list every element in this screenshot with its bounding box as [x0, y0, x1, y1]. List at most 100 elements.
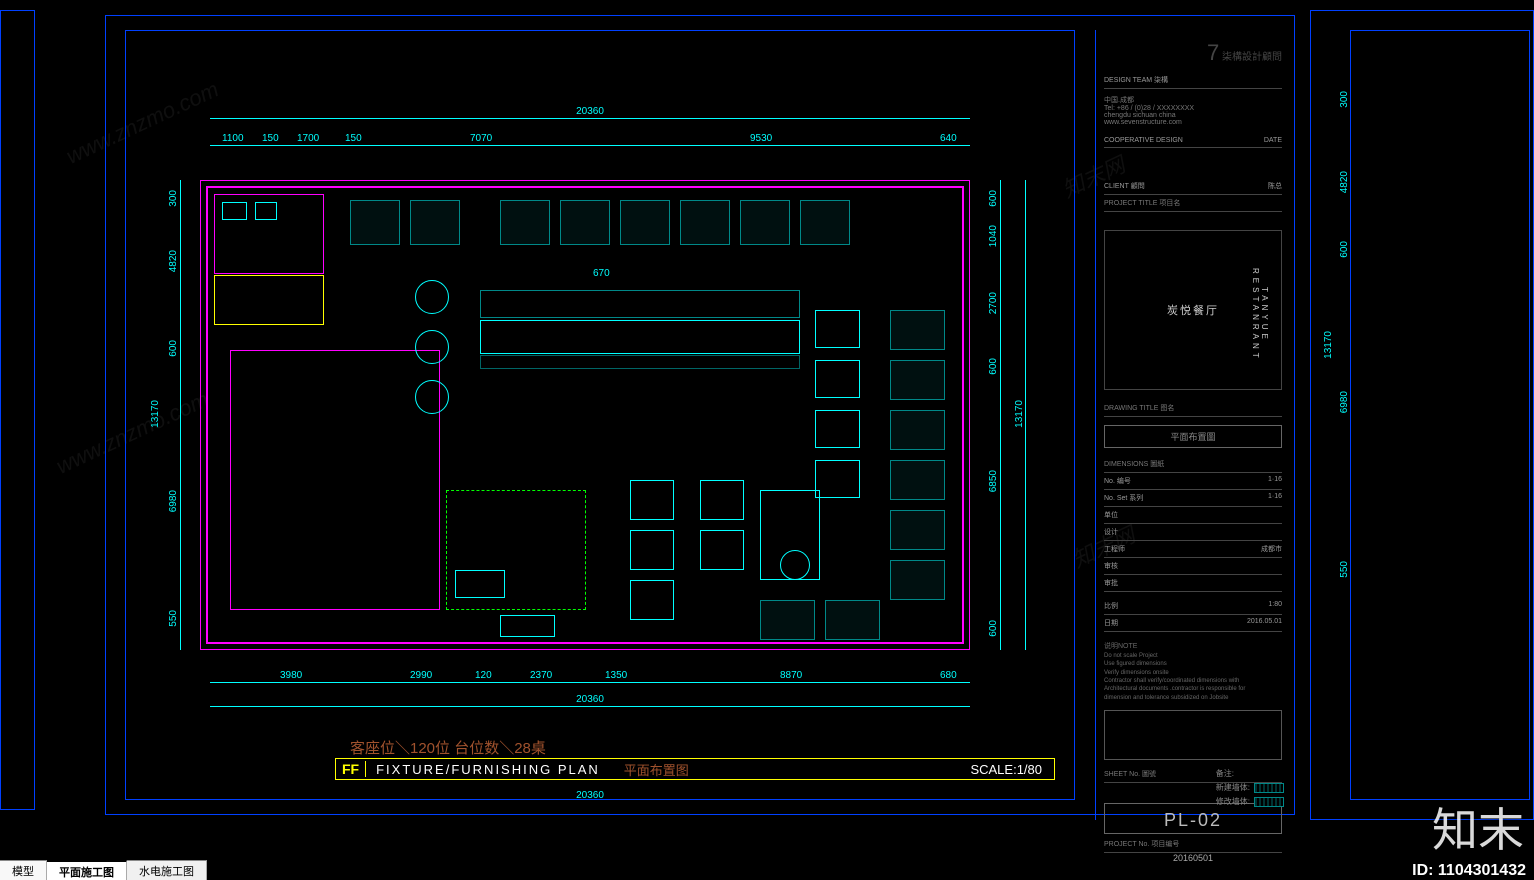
dim-top-seg: 640	[940, 133, 957, 144]
project-name-cn: 炭悦餐厅	[1167, 302, 1219, 318]
tab-mep[interactable]: 水电施工图	[127, 860, 207, 880]
dim-top-seg: 1100	[222, 133, 244, 144]
drawing-title-bar: FF FIXTURE/FURNISHING PLAN 平面布置图 SCALE:1…	[335, 758, 1055, 780]
layout-tabs: 模型 平面施工图 水电施工图	[0, 860, 207, 880]
dim-line	[180, 180, 181, 650]
studio-logo: 7 柒構設計顧問	[1104, 40, 1282, 66]
note-line: dimension and tolerance subsidized on Jo…	[1104, 694, 1282, 702]
seating-count-label: 客座位＼120位 台位数＼28桌	[350, 737, 546, 758]
dim-left: 6980	[168, 490, 179, 512]
projno-label: PROJECT No. 项目编号	[1104, 839, 1179, 849]
dim-bot-extra: 20360	[560, 790, 620, 801]
dim-line	[210, 145, 970, 146]
client-label: CLIENT 顧問	[1104, 181, 1145, 191]
dim-top-total: 20360	[560, 106, 620, 117]
tab-model[interactable]: 模型	[0, 860, 47, 880]
coop-label: COOPERATIVE DESIGN	[1104, 137, 1183, 144]
dim-line	[210, 682, 970, 683]
dimrow-v: 成都市	[1261, 544, 1282, 554]
dim-top-seg: 7070	[470, 133, 492, 144]
dim-right: 6850	[988, 470, 999, 492]
dim-line	[210, 118, 970, 119]
legend-swatch	[1254, 797, 1284, 807]
legend-box: 备注: 新建墙体: 修改墙体:	[1216, 765, 1284, 810]
note-line: Verify dimensions onsite	[1104, 669, 1282, 677]
dim-right: 13170	[1014, 400, 1025, 428]
tab-plan[interactable]: 平面施工图	[47, 860, 127, 880]
note-line: Use figured dimensions	[1104, 660, 1282, 668]
address-head: 中国.成都	[1104, 95, 1282, 105]
dim-right2: 4820	[1339, 171, 1350, 193]
address-line: Tel: +86 / (0)28 / XXXXXXXX	[1104, 105, 1282, 112]
dim-top-seg: 150	[262, 133, 279, 144]
dimrow-k: 审核	[1104, 561, 1118, 571]
asset-id: ID: 1104301432	[1412, 862, 1526, 880]
dim-right: 600	[988, 190, 999, 207]
dim-right2: 550	[1339, 561, 1350, 578]
dimrow-v: 1·16	[1268, 493, 1282, 503]
dim-right2: 600	[1339, 241, 1350, 258]
sheet-number: PL-02	[1105, 810, 1281, 831]
drawing-name-en: FIXTURE/FURNISHING PLAN	[366, 762, 610, 777]
dim-line	[1025, 180, 1026, 650]
dim-right: 1040	[988, 225, 999, 247]
scale-k: 比例	[1104, 601, 1118, 611]
dimrow-k: No. 编号	[1104, 476, 1131, 486]
dimensions-label: DIMENSIONS 圖紙	[1104, 456, 1282, 473]
project-number: 20160501	[1104, 853, 1282, 863]
dim-right: 2700	[988, 292, 999, 314]
dim-left: 600	[168, 340, 179, 357]
date-k: 日期	[1104, 618, 1118, 628]
dim-left: 300	[168, 190, 179, 207]
client-value: 陈总	[1268, 181, 1282, 191]
dim-bot-seg: 2370	[530, 670, 552, 681]
dim-bot-seg: 3980	[280, 670, 302, 681]
dim-left: 13170	[150, 400, 161, 428]
drawing-name-cn: 平面布置图	[610, 760, 703, 779]
notes-head: 说明NOTE	[1104, 642, 1282, 652]
date-v: 2016.05.01	[1247, 618, 1282, 628]
project-title-label: PROJECT TITLE 项目名	[1104, 195, 1282, 212]
dim-left: 4820	[168, 250, 179, 272]
dimrow-k: 单位	[1104, 510, 1118, 520]
drawing-code: FF	[336, 761, 366, 777]
drawing-title-value: 平面布置圖	[1104, 425, 1282, 448]
project-name-en: TANYUE RESTANRANT	[1251, 255, 1269, 375]
legend-swatch	[1254, 783, 1284, 793]
address-line: www.sevenstructure.com	[1104, 119, 1282, 126]
address-line: chengdu sichuan china	[1104, 112, 1282, 119]
dim-bot-seg: 8870	[780, 670, 802, 681]
dimrow-v: 1·16	[1268, 476, 1282, 486]
drawing-scale: SCALE:1/80	[958, 762, 1054, 777]
dim-line	[210, 706, 970, 707]
project-name-box: 炭悦餐厅 TANYUE RESTANRANT	[1104, 230, 1282, 390]
title-block: 7 柒構設計顧問 DESIGN TEAM 柒構 中国.成都 Tel: +86 /…	[1095, 30, 1290, 820]
dim-bot-seg: 2990	[410, 670, 432, 681]
dim-left: 550	[168, 610, 179, 627]
floor-plan[interactable]	[200, 180, 970, 650]
brand-watermark: 知末	[1432, 794, 1524, 860]
note-line: Architectural documents .contractor is r…	[1104, 685, 1282, 693]
dim-top-seg: 150	[345, 133, 362, 144]
dim-bot-seg: 120	[475, 670, 492, 681]
stamp-box	[1104, 710, 1282, 760]
dimrow-k: 设计	[1104, 527, 1118, 537]
dim-bot-seg: 680	[940, 670, 957, 681]
dim-top-seg: 9530	[750, 133, 772, 144]
scale-v: 1:80	[1268, 601, 1282, 611]
dim-right: 600	[988, 358, 999, 375]
dim-bot-total: 20360	[560, 694, 620, 705]
adjacent-sheet-right-inner: 300 4820 600 13170 6980 550	[1350, 30, 1530, 800]
dimrow-k: 工程师	[1104, 544, 1125, 554]
adjacent-sheet-left	[0, 10, 35, 810]
studio-name: 柒構設計顧問	[1222, 52, 1282, 63]
dim-right2: 6980	[1339, 391, 1350, 413]
dim-bot-seg: 1350	[605, 670, 627, 681]
dimrow-k: No. Set 系列	[1104, 493, 1143, 503]
dimrow-k: 审批	[1104, 578, 1118, 588]
legend-label: 备注:	[1216, 768, 1234, 779]
notes-block: 说明NOTE Do not scale Project Use figured …	[1104, 642, 1282, 702]
date-label: DATE	[1264, 137, 1282, 144]
dim-line	[1000, 180, 1001, 650]
note-line: Do not scale Project	[1104, 652, 1282, 660]
